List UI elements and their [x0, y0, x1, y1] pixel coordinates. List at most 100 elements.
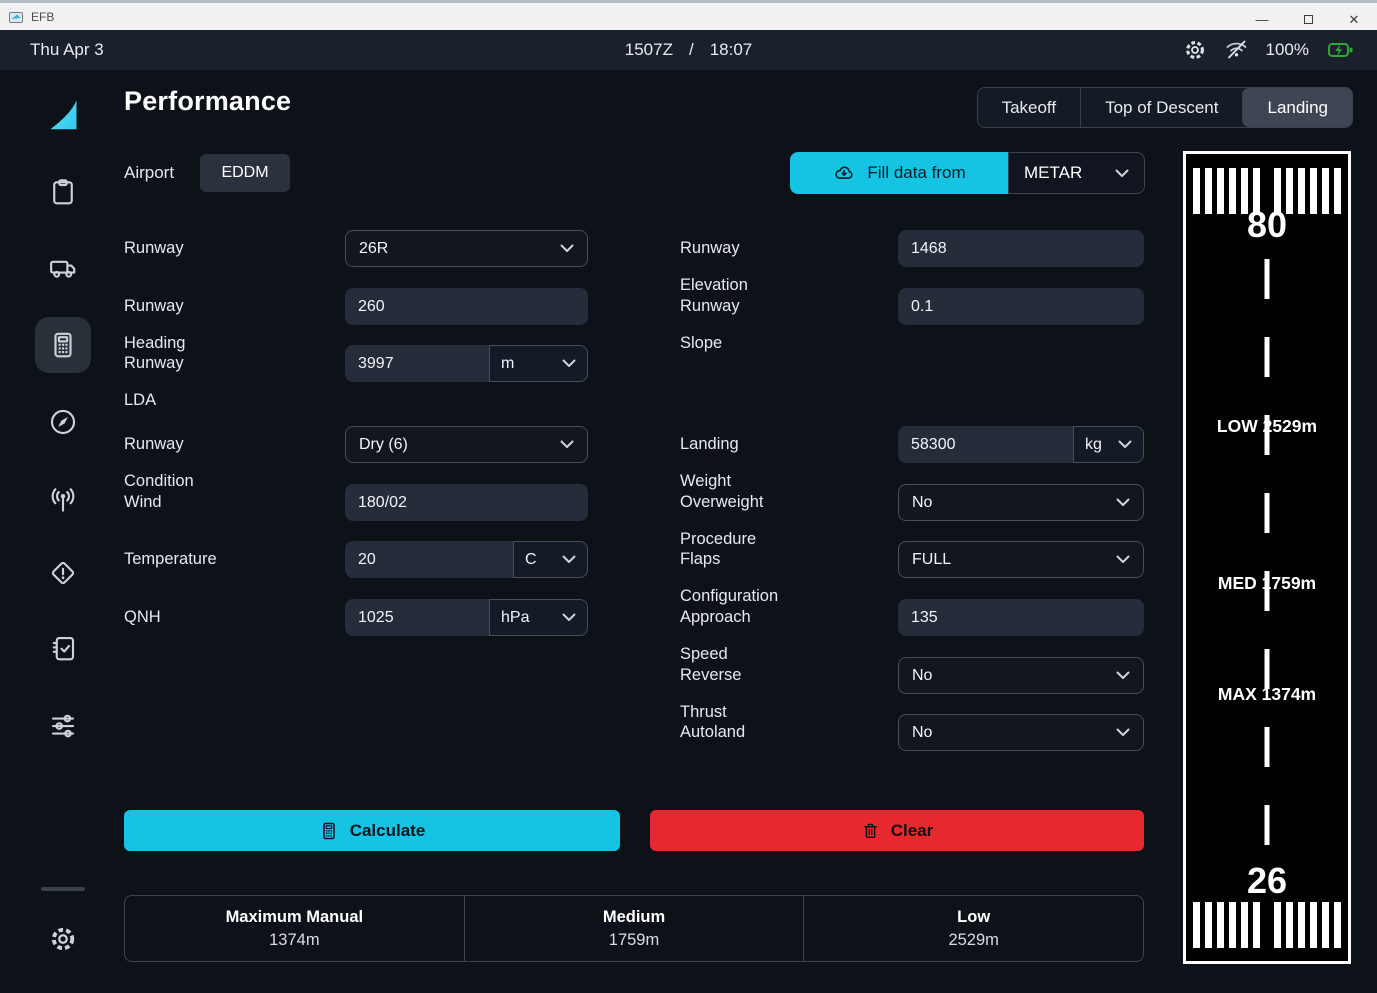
- status-utc-time: 1507Z: [625, 40, 673, 60]
- brand-logo-icon: [45, 96, 83, 134]
- close-button[interactable]: ✕: [1331, 6, 1377, 33]
- runway-marker-med: MED 1759m: [1186, 573, 1348, 594]
- sidebar-item-navigation[interactable]: [48, 407, 78, 437]
- maximize-button[interactable]: [1285, 6, 1331, 33]
- chevron-down-icon: [562, 359, 576, 368]
- minimize-button[interactable]: —: [1239, 6, 1285, 33]
- landing-weight-input[interactable]: [898, 426, 1073, 463]
- app-statusbar: Thu Apr 3 1507Z / 18:07 100%: [0, 30, 1377, 70]
- fill-source-select[interactable]: METAR: [1008, 152, 1145, 194]
- approach-speed-input[interactable]: [898, 599, 1144, 636]
- page-title: Performance: [124, 86, 291, 117]
- temperature-label: Temperature: [124, 541, 217, 578]
- sidebar-item-flight-plan[interactable]: [48, 177, 78, 207]
- sidebar-divider: [41, 887, 85, 891]
- runway-number-far: 80: [1186, 204, 1348, 246]
- wind-input[interactable]: [345, 484, 588, 521]
- chevron-down-icon: [562, 555, 576, 564]
- autoland-label: Autoland: [680, 714, 745, 751]
- efb-app-window: EFB — ✕ Thu Apr 3 1507Z / 18:07 100%: [0, 0, 1377, 993]
- sidebar-item-ground-ops[interactable]: [48, 253, 78, 283]
- temperature-input[interactable]: [345, 541, 513, 578]
- fill-data-from-button[interactable]: Fill data from: [790, 152, 1008, 194]
- compass-icon: [48, 407, 78, 437]
- qnh-input[interactable]: [345, 599, 489, 636]
- runway-lda-input[interactable]: [345, 345, 489, 382]
- runway-select[interactable]: 26R: [345, 230, 588, 267]
- runway-marker-low: LOW 2529m: [1186, 416, 1348, 437]
- settings-gear-icon: [48, 924, 78, 954]
- landing-weight-unit-select[interactable]: kg: [1073, 426, 1144, 463]
- calculator-icon: [48, 330, 78, 360]
- overweight-procedure-select[interactable]: No: [898, 484, 1144, 521]
- sidebar-item-radio[interactable]: [48, 485, 78, 515]
- chevron-down-icon: [560, 244, 574, 253]
- settings-gear-icon[interactable]: [1183, 38, 1207, 62]
- chevron-down-icon: [1115, 169, 1129, 178]
- landing-distance-results: Maximum Manual 1374m Medium 1759m Low 25…: [124, 895, 1144, 962]
- runway-number-near: 26: [1186, 860, 1348, 902]
- result-maximum-manual: Maximum Manual 1374m: [125, 896, 464, 961]
- runway-slope-input[interactable]: [898, 288, 1144, 325]
- wifi-off-icon: [1224, 38, 1249, 62]
- runway-condition-select[interactable]: Dry (6): [345, 426, 588, 463]
- runway-lda-unit-select[interactable]: m: [489, 345, 588, 382]
- clipboard-icon: [48, 177, 78, 207]
- truck-icon: [48, 253, 78, 283]
- runway-slope-label: Runway Slope: [680, 288, 740, 362]
- trash-icon: [861, 821, 880, 841]
- chevron-down-icon: [560, 440, 574, 449]
- result-medium: Medium 1759m: [464, 896, 804, 961]
- tab-top-of-descent[interactable]: Top of Descent: [1080, 88, 1242, 127]
- status-local-time: 18:07: [710, 40, 753, 60]
- app-icon: [9, 10, 24, 24]
- flaps-configuration-select[interactable]: FULL: [898, 541, 1144, 578]
- chevron-down-icon: [1116, 728, 1130, 737]
- battery-charging-icon: [1326, 39, 1355, 61]
- airport-code-button[interactable]: EDDM: [200, 154, 290, 192]
- wind-label: Wind: [124, 484, 162, 521]
- chevron-down-icon: [1118, 440, 1132, 449]
- runway-label: Runway: [124, 230, 184, 267]
- checklist-notebook-icon: [48, 633, 78, 663]
- sidebar-item-performance[interactable]: [48, 330, 78, 360]
- sidebar-item-checklist[interactable]: [48, 633, 78, 663]
- chevron-down-icon: [1116, 671, 1130, 680]
- calculator-icon: [319, 821, 339, 841]
- status-clock: 1507Z / 18:07: [0, 30, 1377, 70]
- sliders-icon: [48, 711, 78, 741]
- chevron-down-icon: [1116, 555, 1130, 564]
- sidebar-item-warnings[interactable]: [48, 558, 78, 588]
- airport-label: Airport: [124, 163, 174, 183]
- runway-marker-max: MAX 1374m: [1186, 684, 1348, 705]
- warning-diamond-icon: [48, 558, 78, 588]
- os-titlebar: EFB — ✕: [0, 0, 1377, 30]
- maximize-icon: [1304, 15, 1313, 24]
- performance-phase-tabs: Takeoff Top of Descent Landing: [977, 87, 1353, 128]
- sidebar-item-tuning[interactable]: [48, 711, 78, 741]
- status-time-separator: /: [689, 40, 694, 60]
- battery-percentage: 100%: [1266, 40, 1309, 60]
- reverse-thrust-select[interactable]: No: [898, 657, 1144, 694]
- qnh-label: QNH: [124, 599, 161, 636]
- sidebar-item-settings[interactable]: [48, 924, 78, 954]
- clear-button[interactable]: Clear: [650, 810, 1144, 851]
- runway-heading-input[interactable]: [345, 288, 588, 325]
- temperature-unit-select[interactable]: C: [513, 541, 588, 578]
- autoland-select[interactable]: No: [898, 714, 1144, 751]
- runway-centerline: [1265, 259, 1270, 860]
- runway-threshold-stripes-near: [1186, 902, 1348, 948]
- cloud-download-icon: [832, 162, 856, 184]
- runway-elevation-input[interactable]: [898, 230, 1144, 267]
- runway-lda-label: Runway LDA: [124, 345, 184, 419]
- chevron-down-icon: [562, 613, 576, 622]
- tab-landing[interactable]: Landing: [1242, 88, 1352, 127]
- chevron-down-icon: [1116, 498, 1130, 507]
- runway-diagram: 80 LOW 2529m MED 1759m MAX 1374m 26: [1183, 151, 1351, 964]
- window-title: EFB: [31, 10, 54, 24]
- calculate-button[interactable]: Calculate: [124, 810, 620, 851]
- antenna-broadcast-icon: [48, 485, 78, 515]
- result-low: Low 2529m: [803, 896, 1143, 961]
- qnh-unit-select[interactable]: hPa: [489, 599, 588, 636]
- tab-takeoff[interactable]: Takeoff: [978, 88, 1081, 127]
